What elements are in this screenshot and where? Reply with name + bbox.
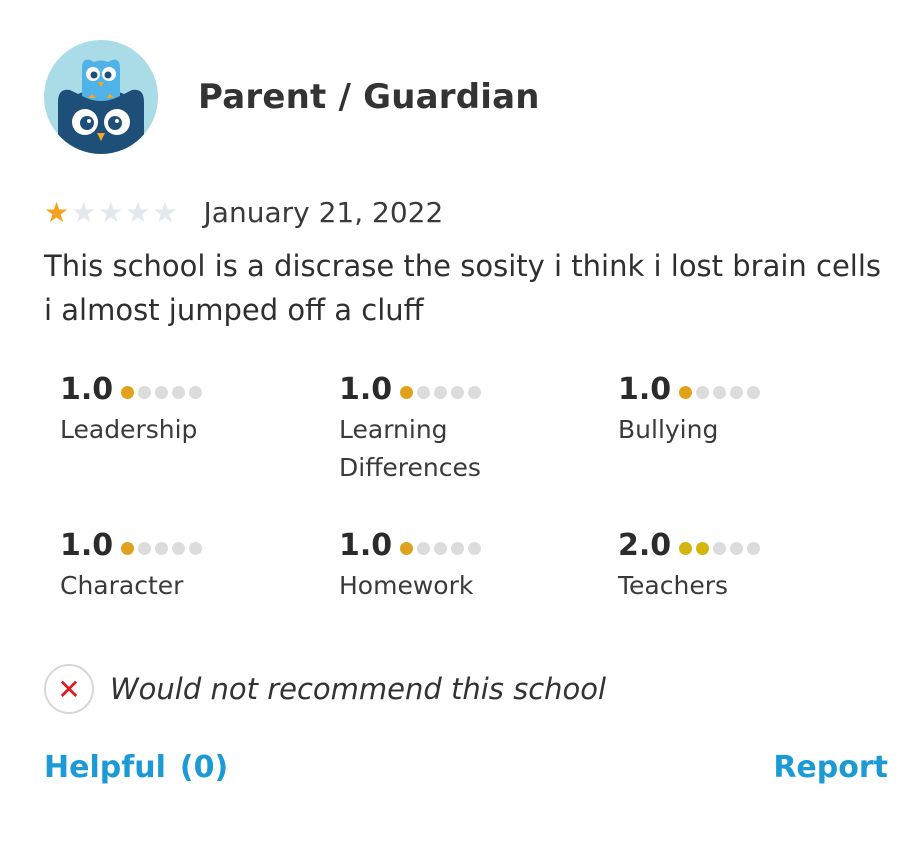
reviewer-role: Parent / Guardian xyxy=(198,77,540,117)
review-text: This school is a discrase the sosity i t… xyxy=(44,249,882,327)
star-icon: ★ xyxy=(125,195,151,229)
topic-score: 1.0 xyxy=(60,372,114,407)
owl-avatar-icon xyxy=(44,40,158,154)
topic-rating: 1.0 Bullying xyxy=(618,372,897,508)
topic-rating: 2.0 Teachers xyxy=(618,528,897,664)
recommendation: ✕ Would not recommend this school xyxy=(44,664,606,714)
rating-dots xyxy=(400,386,482,399)
rating-dots xyxy=(679,542,761,555)
topic-rating: 1.0 Character xyxy=(60,528,339,664)
review-meta: ★ ★ ★ ★ ★ January 21, 2022 xyxy=(44,196,443,229)
topic-rating: 1.0 Homework xyxy=(339,528,618,664)
recommendation-text: Would not recommend this school xyxy=(110,672,607,706)
helpful-label: Helpful xyxy=(44,750,166,785)
star-icon: ★ xyxy=(98,195,124,229)
review-actions: Helpful (0) Report xyxy=(44,750,888,785)
star-icon: ★ xyxy=(44,195,70,229)
topic-score: 2.0 xyxy=(618,528,672,563)
topic-label: Leadership xyxy=(60,415,198,444)
topic-label: Character xyxy=(60,571,184,600)
topic-score: 1.0 xyxy=(618,372,672,407)
topic-label: Bullying xyxy=(618,415,719,444)
topic-label: Teachers xyxy=(618,571,728,600)
star-icon: ★ xyxy=(152,195,178,229)
rating-dots xyxy=(121,386,203,399)
topic-rating: 1.0 Leadership xyxy=(60,372,339,508)
topic-rating: 1.0 Learning Differences xyxy=(339,372,618,508)
topic-score: 1.0 xyxy=(60,528,114,563)
topic-score: 1.0 xyxy=(339,528,393,563)
topic-score: 1.0 xyxy=(339,372,393,407)
review-date: January 21, 2022 xyxy=(203,196,444,229)
topic-label: Learning Differences xyxy=(339,415,481,482)
rating-dots xyxy=(121,542,203,555)
helpful-button[interactable]: Helpful (0) xyxy=(44,750,228,785)
x-icon: ✕ xyxy=(44,664,94,714)
reviewer-header: Parent / Guardian xyxy=(44,40,540,154)
topic-label: Homework xyxy=(339,571,474,600)
rating-dots xyxy=(400,542,482,555)
helpful-count: (0) xyxy=(179,750,229,785)
star-icon: ★ xyxy=(71,195,97,229)
topic-ratings: 1.0 Leadership 1.0 Learning Differences … xyxy=(60,372,900,664)
rating-dots xyxy=(679,386,761,399)
report-link[interactable]: Report xyxy=(773,750,888,785)
star-rating: ★ ★ ★ ★ ★ xyxy=(44,195,178,229)
